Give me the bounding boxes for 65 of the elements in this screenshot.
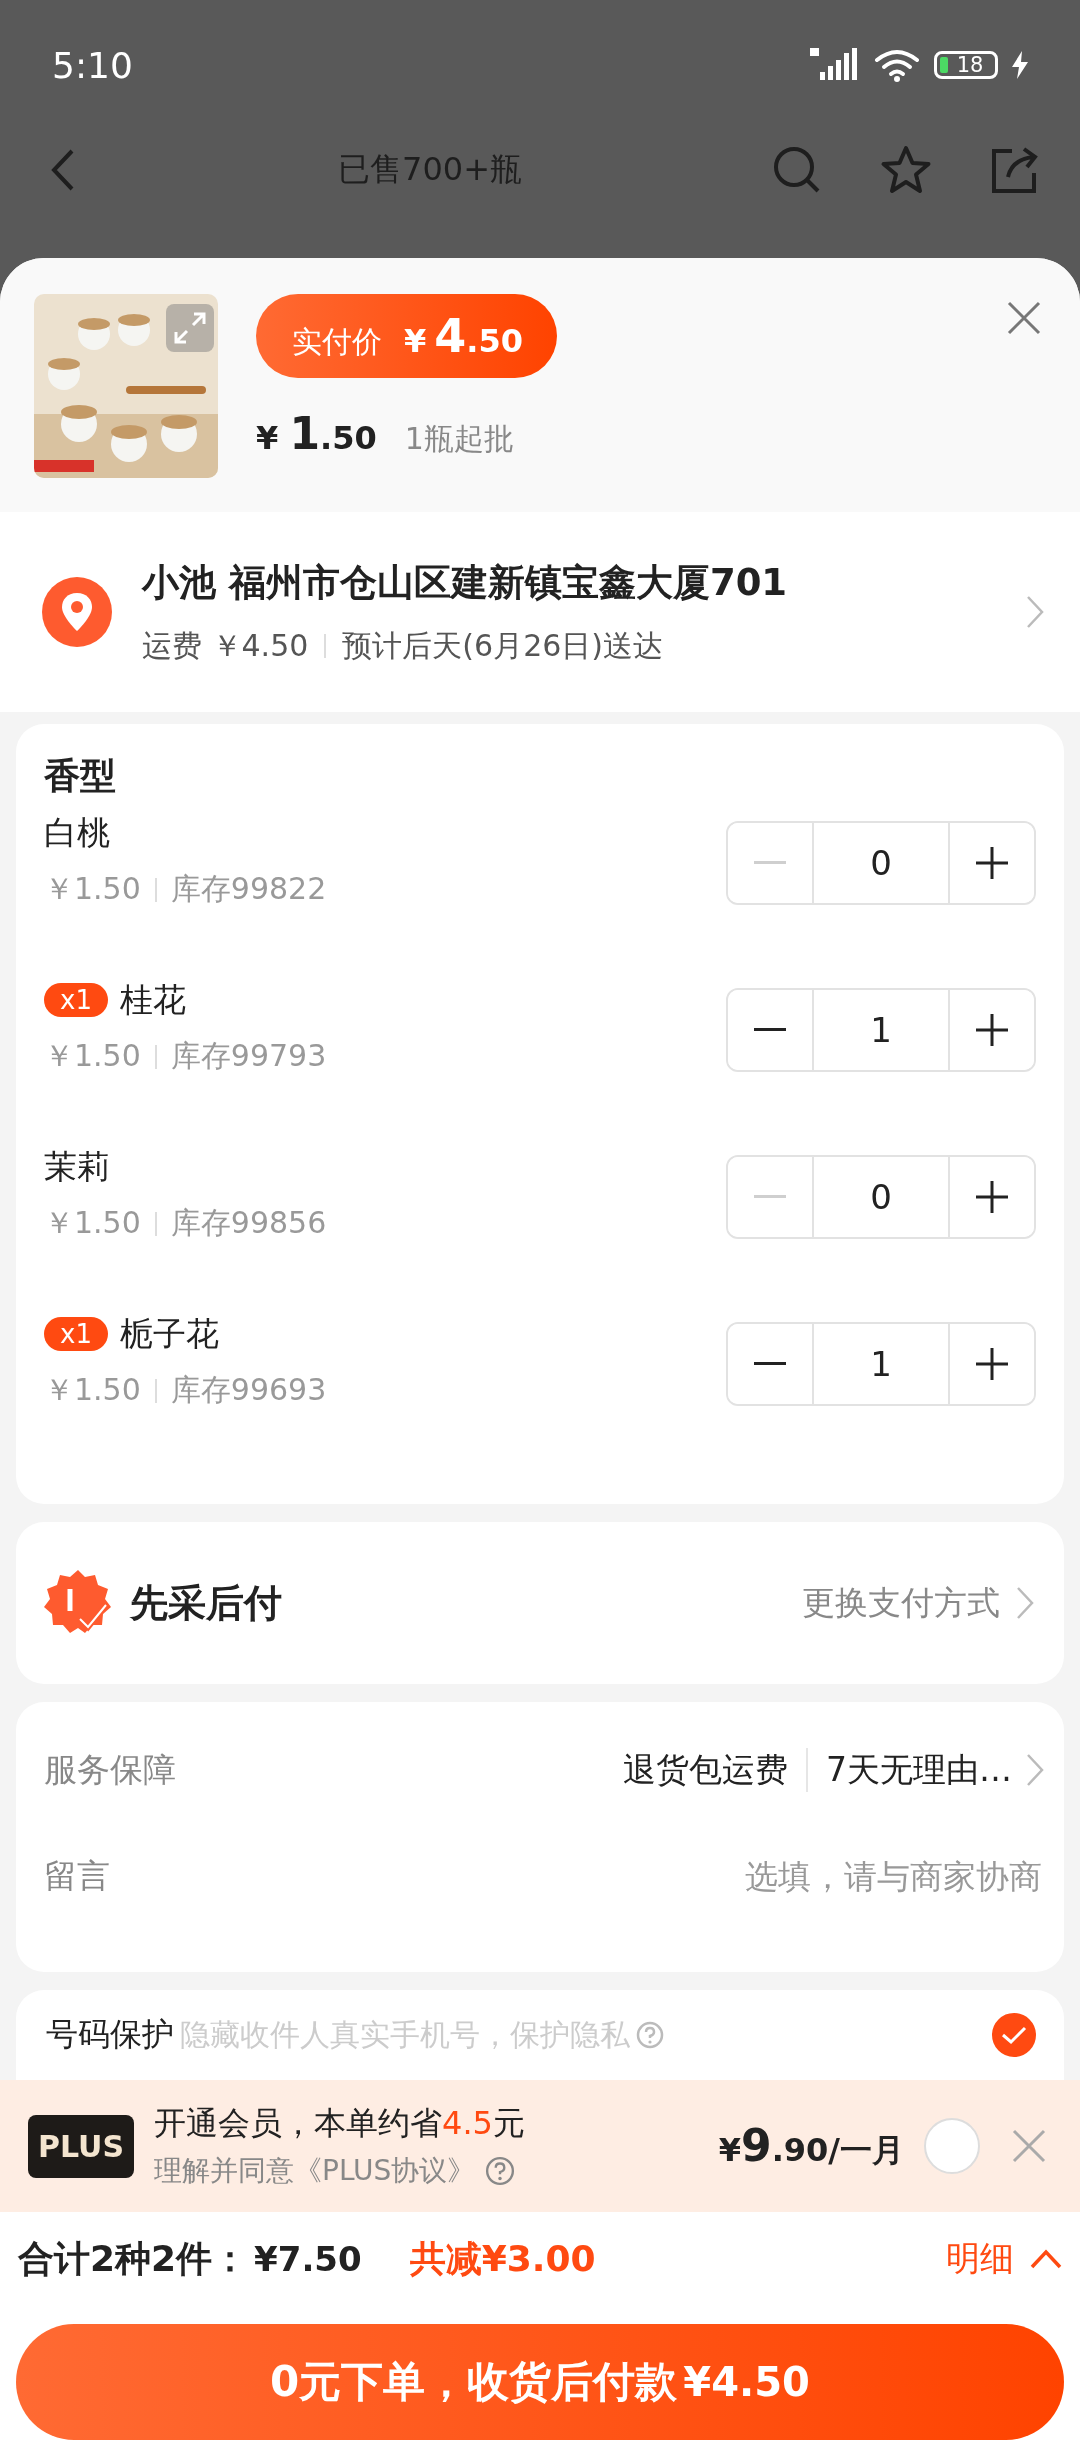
minus-icon <box>754 861 786 865</box>
variant-price: ￥1.50 <box>44 870 141 908</box>
payment-method: 先采后付 <box>130 1579 283 1627</box>
expand-icon[interactable] <box>166 304 214 352</box>
back-icon[interactable] <box>50 148 76 192</box>
stock-count: 库存99793 <box>170 1037 327 1075</box>
charging-icon <box>1012 51 1028 79</box>
search-icon[interactable] <box>772 145 822 195</box>
shipping-fee: 运费 ￥4.50 <box>142 626 309 665</box>
minus-icon <box>754 1195 786 1199</box>
unit-price: ¥ 1.50 <box>256 408 377 459</box>
chevron-right-icon[interactable] <box>1026 595 1044 629</box>
privacy-checkbox[interactable] <box>992 2013 1036 2057</box>
location-pin-icon <box>42 577 112 647</box>
share-icon[interactable] <box>990 145 1040 195</box>
variant-name: 茉莉 <box>44 1145 110 1188</box>
plus-icon <box>976 1014 1008 1046</box>
stock-count: 库存99693 <box>170 1371 327 1409</box>
change-payment-link[interactable]: 更换支付方式 <box>802 1580 1000 1626</box>
actual-price-badge: 实付价 ¥ 4.50 <box>256 294 557 378</box>
address-text: 小池 福州市仓山区建新镇宝鑫大厦701 <box>142 559 789 606</box>
item-count: 合计2种2件： <box>18 2236 249 2281</box>
service-label: 服务保障 <box>44 1748 177 1791</box>
variant-price: ￥1.50 <box>44 1204 141 1242</box>
variant-name: 桂花 <box>119 978 186 1021</box>
section-title: 香型 <box>44 754 117 798</box>
discount-amount: 共减¥3.00 <box>409 2236 596 2281</box>
signal-icon <box>810 48 860 82</box>
battery-icon: 18 <box>934 51 998 79</box>
help-icon[interactable] <box>485 2156 516 2186</box>
close-icon[interactable] <box>1012 2129 1046 2163</box>
quantity-badge: x1 <box>44 983 108 1017</box>
stock-count: 库存99856 <box>170 1204 327 1242</box>
privacy-label: 号码保护 <box>46 2014 174 2055</box>
wifi-icon <box>874 48 920 82</box>
service-tag: 7天无理由… <box>826 1747 1012 1793</box>
variant-name: 栀子花 <box>119 1312 219 1355</box>
plus-icon <box>976 847 1008 879</box>
quantity-badge: x1 <box>44 1317 108 1351</box>
variant-name: 白桃 <box>44 811 110 854</box>
service-tag: 退货包运费 <box>623 1747 788 1793</box>
minus-icon <box>754 1362 786 1366</box>
help-icon[interactable] <box>636 2021 664 2049</box>
checkmark-icon <box>1001 2025 1027 2045</box>
plus-icon <box>976 1181 1008 1213</box>
stock-count: 库存99822 <box>170 870 327 908</box>
note-label: 留言 <box>44 1854 111 1897</box>
chevron-right-icon[interactable] <box>1016 1586 1034 1620</box>
minus-icon <box>754 1028 786 1032</box>
membership-radio[interactable] <box>924 2118 980 2174</box>
star-icon[interactable] <box>880 145 932 195</box>
variant-price: ￥1.50 <box>44 1371 141 1409</box>
membership-offer: 开通会员，本单约省4.5元 <box>154 2103 526 2144</box>
chevron-up-icon[interactable] <box>1030 2249 1062 2269</box>
total-price: ¥7.50 <box>254 2239 362 2279</box>
variant-price: ￥1.50 <box>44 1037 141 1075</box>
page-title: 已售700+瓶 <box>337 149 523 190</box>
plus-logo: PLUS <box>28 2114 134 2178</box>
close-icon[interactable] <box>1006 300 1042 336</box>
chevron-right-icon[interactable] <box>1026 1753 1044 1787</box>
membership-price: ¥9.90/一月 <box>718 2119 904 2173</box>
clock-time: 5:10 <box>52 44 133 86</box>
delivery-estimate: 预计后天(6月26日)送达 <box>342 626 663 665</box>
minimum-order: 1瓶起批 <box>404 420 514 458</box>
plus-icon <box>976 1348 1008 1380</box>
